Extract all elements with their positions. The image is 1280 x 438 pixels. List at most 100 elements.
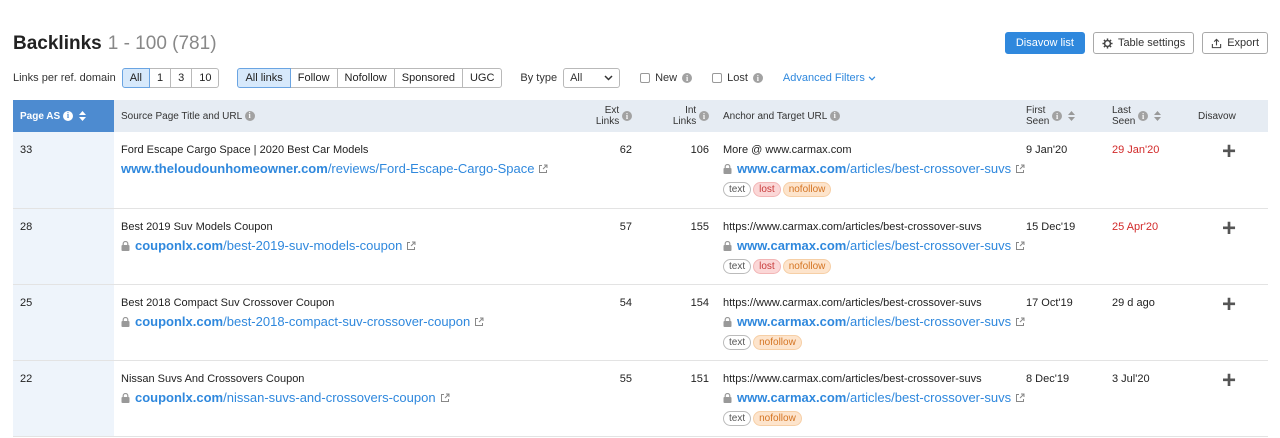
info-icon: i: [622, 111, 632, 121]
per-domain-10[interactable]: 10: [191, 68, 220, 88]
link-type-nofollow[interactable]: Nofollow: [336, 68, 395, 88]
disavow-add-button[interactable]: +: [1198, 368, 1261, 392]
int-links-value: 151: [690, 372, 709, 385]
anchor-text: https://www.carmax.com/articles/best-cro…: [723, 220, 982, 233]
by-type-value: All: [570, 72, 583, 84]
table-settings-button[interactable]: Table settings: [1092, 32, 1195, 54]
per-domain-1[interactable]: 1: [148, 68, 172, 88]
link-tags: text nofollow: [723, 410, 1012, 426]
column-last-seen[interactable]: Last Seen i: [1105, 100, 1191, 132]
page-title: Backlinks: [13, 33, 102, 54]
lock-icon: [723, 316, 732, 327]
per-domain-3[interactable]: 3: [170, 68, 193, 88]
first-seen-value: 8 Dec'19: [1026, 372, 1070, 385]
anchor-text: https://www.carmax.com/articles/best-cro…: [723, 372, 982, 385]
sort-icon: [1067, 111, 1075, 121]
info-icon: i: [682, 73, 693, 83]
target-url-link[interactable]: www.carmax.com/articles/best-crossover-s…: [723, 390, 1025, 405]
external-link-icon: [475, 317, 484, 326]
link-type-toggle: All links Follow Nofollow Sponsored UGC: [237, 68, 503, 88]
link-tags: text nofollow: [723, 334, 1012, 350]
new-filter[interactable]: New i: [640, 72, 693, 84]
target-url-link[interactable]: www.carmax.com/articles/best-crossover-s…: [723, 161, 1025, 176]
column-int-links[interactable]: Int Links i: [639, 100, 716, 132]
disavow-add-button[interactable]: +: [1198, 292, 1261, 316]
tag-text: text: [723, 258, 752, 274]
lock-icon: [723, 164, 732, 174]
disavow-add-button[interactable]: +: [1198, 140, 1261, 164]
page-header: Backlinks 1 - 100 (781): [13, 33, 217, 57]
chevron-down-icon: [604, 75, 613, 81]
lock-icon: [121, 316, 130, 327]
info-icon: i: [699, 111, 709, 121]
lost-label: Lost: [727, 72, 748, 84]
advanced-filters-label: Advanced Filters: [782, 72, 865, 84]
int-links-value: 155: [690, 220, 709, 233]
tag-text: text: [723, 334, 752, 350]
new-checkbox[interactable]: [640, 73, 651, 83]
link-tags: text lost nofollow: [723, 258, 1012, 274]
last-seen-value: 25 Apr'20: [1112, 220, 1159, 233]
target-url-link[interactable]: www.carmax.com/articles/best-crossover-s…: [723, 238, 1025, 253]
per-domain-all[interactable]: All: [121, 68, 150, 88]
lock-icon: [121, 392, 130, 403]
source-url-link[interactable]: www.theloudounhomeowner.com/reviews/Ford…: [121, 161, 548, 176]
info-icon: i: [752, 73, 763, 83]
anchor-cell: https://www.carmax.com/articles/best-cro…: [716, 360, 1025, 436]
source-cell: Nissan Suvs And Crossovers Coupon coupon…: [114, 360, 566, 436]
link-type-follow[interactable]: Follow: [289, 68, 338, 88]
per-domain-toggle: All 1 3 10: [121, 68, 220, 88]
column-anchor: Anchor and Target URL i: [716, 100, 1019, 132]
ext-links-value: 54: [619, 296, 632, 309]
export-button[interactable]: Export: [1202, 32, 1268, 54]
link-type-all[interactable]: All links: [237, 68, 291, 88]
anchor-cell: https://www.carmax.com/articles/best-cro…: [716, 208, 1025, 284]
export-icon: [1212, 38, 1222, 48]
info-icon: i: [829, 110, 840, 121]
lock-icon: [121, 240, 130, 251]
lost-checkbox[interactable]: [712, 73, 723, 83]
gear-icon: [1102, 37, 1113, 49]
first-seen-value: 9 Jan'20: [1026, 144, 1068, 156]
export-label: Export: [1227, 37, 1259, 49]
table-row: 33 Ford Escape Cargo Space | 2020 Best C…: [13, 132, 1268, 208]
source-url-link[interactable]: couponlx.com/best-2019-suv-models-coupon: [121, 238, 416, 253]
by-type-select[interactable]: All: [563, 68, 621, 88]
table-row: 25 Best 2018 Compact Suv Crossover Coupo…: [13, 284, 1268, 360]
ext-links-value: 57: [619, 220, 632, 233]
per-domain-label: Links per ref. domain: [13, 72, 116, 84]
tag-text: text: [723, 182, 752, 197]
disavow-add-button[interactable]: +: [1198, 216, 1261, 240]
info-icon: i: [244, 110, 255, 121]
page-as-value: 22: [13, 360, 114, 436]
column-first-seen[interactable]: First Seen i: [1019, 100, 1105, 132]
page-as-value: 33: [13, 132, 114, 208]
table-row: 22 Nissan Suvs And Crossovers Coupon cou…: [13, 360, 1268, 436]
first-seen-value: 17 Oct'19: [1026, 296, 1073, 309]
target-url-link[interactable]: www.carmax.com/articles/best-crossover-s…: [723, 314, 1025, 329]
advanced-filters-link[interactable]: Advanced Filters: [783, 72, 876, 84]
link-type-sponsored[interactable]: Sponsored: [393, 68, 463, 88]
info-icon: i: [1052, 111, 1063, 121]
source-url-link[interactable]: couponlx.com/best-2018-compact-suv-cross…: [121, 314, 484, 329]
toolbar: Disavow list Table settings Export: [1004, 32, 1268, 54]
tag-text: text: [723, 410, 752, 426]
lock-icon: [723, 240, 732, 251]
tag-lost: lost: [753, 258, 781, 274]
source-title: Best 2018 Compact Suv Crossover Coupon: [121, 296, 335, 309]
source-url-link[interactable]: couponlx.com/nissan-suvs-and-crossovers-…: [121, 390, 450, 405]
tag-nofollow: nofollow: [782, 182, 832, 197]
external-link-icon: [1016, 241, 1025, 250]
source-cell: Best 2018 Compact Suv Crossover Coupon c…: [114, 284, 566, 360]
ext-links-value: 55: [619, 372, 632, 385]
external-link-icon: [440, 393, 450, 402]
anchor-cell: More @ www.carmax.com www.carmax.com/art…: [716, 132, 1025, 208]
ext-links-value: 62: [619, 144, 632, 156]
column-page-as[interactable]: Page AS i: [13, 100, 114, 132]
page-as-value: 28: [13, 208, 114, 284]
lost-filter[interactable]: Lost i: [712, 72, 763, 84]
filter-bar: Links per ref. domain All 1 3 10 All lin…: [13, 67, 876, 89]
disavow-list-button[interactable]: Disavow list: [1004, 32, 1085, 54]
link-type-ugc[interactable]: UGC: [461, 68, 503, 88]
column-ext-links[interactable]: Ext Links i: [566, 100, 639, 132]
